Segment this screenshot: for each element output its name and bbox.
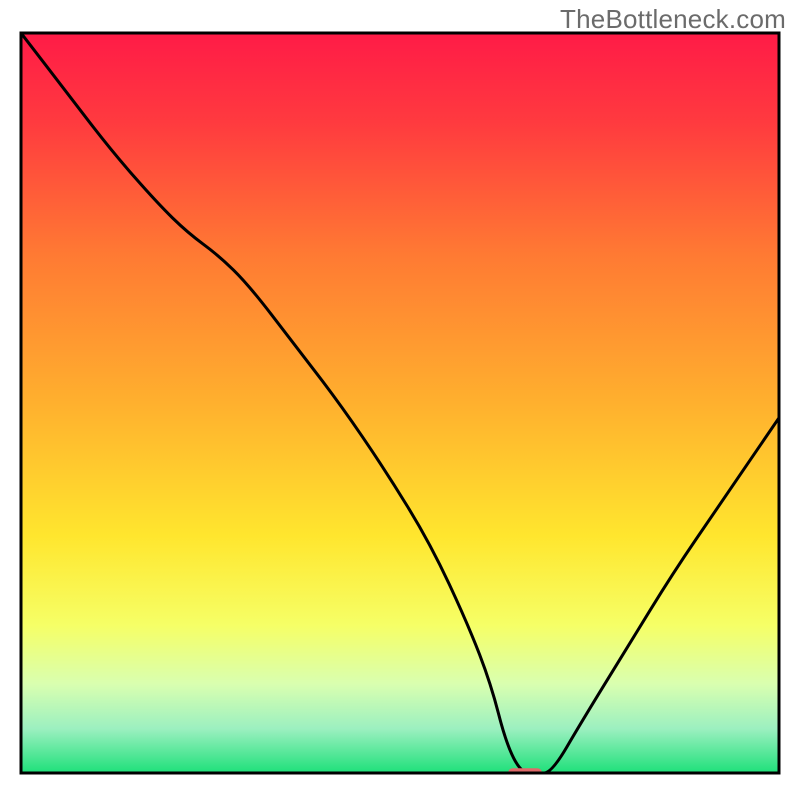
bottleneck-chart	[0, 0, 800, 800]
chart-stage: TheBottleneck.com	[0, 0, 800, 800]
gradient-background	[21, 33, 779, 773]
watermark-text: TheBottleneck.com	[560, 4, 786, 35]
